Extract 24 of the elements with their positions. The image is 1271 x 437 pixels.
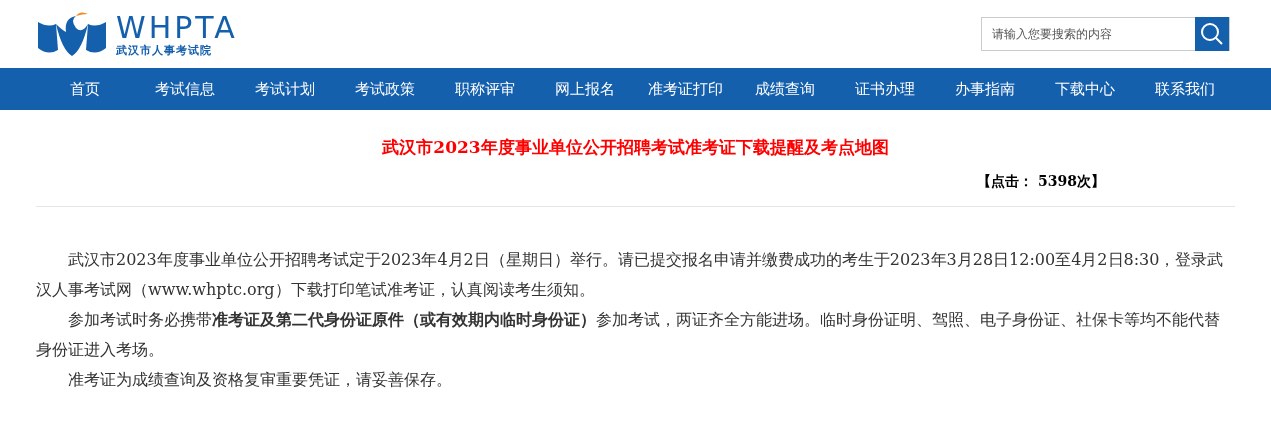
nav-link[interactable]: 办事指南 — [935, 68, 1035, 110]
nav-link[interactable]: 成绩查询 — [735, 68, 835, 110]
logo-icon — [36, 10, 108, 58]
nav-link[interactable]: 网上报名 — [535, 68, 635, 110]
nav-link[interactable]: 考试信息 — [135, 68, 235, 110]
search-input[interactable]: 请输入您要搜索的内容 — [982, 25, 1195, 43]
nav-link[interactable]: 证书办理 — [835, 68, 935, 110]
nav-link[interactable]: 联系我们 — [1135, 68, 1235, 110]
nav-link[interactable]: 首页 — [35, 68, 135, 110]
nav-link[interactable]: 考试计划 — [235, 68, 335, 110]
logo-wordmark: WHPTA — [116, 12, 238, 43]
search-button[interactable] — [1195, 17, 1229, 51]
hit-count: 【点击： 5398次】 — [977, 171, 1105, 191]
logo-subtitle: 武汉市人事考试院 — [116, 44, 213, 56]
nav-link[interactable]: 下载中心 — [1035, 68, 1135, 110]
search-icon — [1200, 22, 1224, 46]
article-paragraph: 武汉市2023年度事业单位公开招聘考试定于2023年4月2日（星期日）举行。请已提交报名申请并缴费成功的考生于2023年3月28日12:00至4月2日8:30，登录武汉人事考试网（www.whptc.org）下载打印笔试准考证，认真阅读考生须知。 — [36, 248, 1225, 301]
nav-link[interactable]: 准考证打印 — [635, 68, 735, 110]
article-title: 武汉市2023年度事业单位公开招聘考试准考证下载提醒及考点地图 — [381, 136, 890, 159]
nav-link[interactable]: 职称评审 — [435, 68, 535, 110]
nav-link[interactable]: 考试政策 — [335, 68, 435, 110]
search-field[interactable]: 请输入您要搜索的内容 — [981, 17, 1230, 51]
article-paragraph: 参加考试时务必携带准考证及第二代身份证原件（或有效期内临时身份证）参加考试，两证齐全方能进场。临时身份证明、驾照、电子身份证、社保卡等均不能代替身份证进入考场。 — [36, 308, 1221, 361]
article-paragraph: 准考证为成绩查询及资格复审重要凭证，请妥善保存。 — [67, 368, 453, 391]
